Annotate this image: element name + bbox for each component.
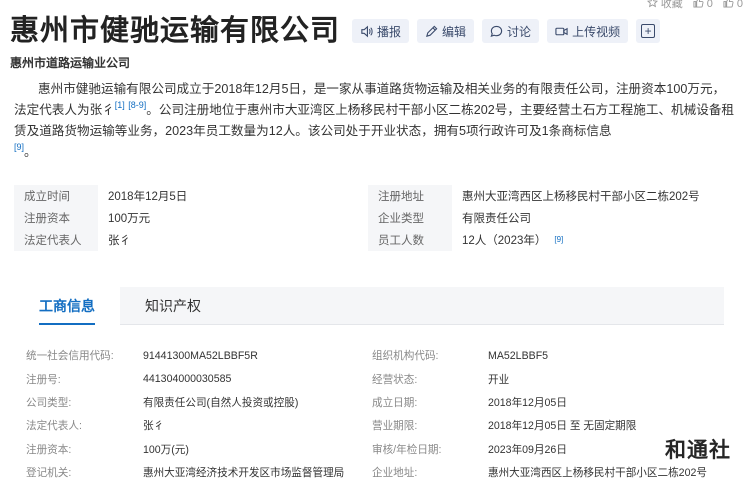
basic-info-value: 2018年12月5日 (108, 190, 188, 203)
page-title: 惠州市健驰运输有限公司 (10, 13, 341, 47)
tab-business-info[interactable]: 工商信息 (14, 287, 120, 325)
upload-video-button[interactable]: 上传视频 (547, 19, 629, 43)
basic-info-value: 有限责任公司 (462, 212, 531, 225)
business-info-value: MA52LBBF5 (488, 349, 549, 362)
share-button[interactable]: 0 (723, 0, 743, 10)
business-info-label: 注册号: (26, 373, 61, 386)
basic-info-value: 12人（2023年） [9] (452, 232, 722, 248)
business-info-label: 法定代表人: (26, 420, 82, 433)
star-icon (646, 0, 658, 8)
edit-button[interactable]: 编辑 (417, 19, 475, 43)
business-info-label: 审核/年检日期: (372, 443, 442, 456)
basic-info-label: 注册资本 (14, 206, 98, 229)
business-info-value: 惠州大亚湾经济技术开发区市场监督管理局 (143, 467, 345, 480)
table-row: 法定代表人 张彳 员工人数 12人（2023年） [9] (14, 228, 724, 251)
favorite-button[interactable]: 收藏 (646, 0, 683, 10)
business-info-value: 2018年12月05日 至 无固定期限 (488, 420, 637, 433)
broadcast-button[interactable]: 播报 (352, 19, 410, 43)
business-info-label: 营业期限: (372, 420, 418, 433)
basic-info-label: 员工人数 (368, 228, 452, 251)
plus-icon: + (641, 24, 656, 38)
like-count: 0 (706, 0, 713, 10)
business-info-label: 公司类型: (26, 396, 72, 409)
business-info-value: 91441300MA52LBBF5R (143, 349, 258, 362)
video-camera-icon (555, 27, 568, 35)
table-row: 统一社会信用代码: 91441300MA52LBBF5R 组织机构代码: MA5… (26, 344, 726, 367)
tab-intellectual-property[interactable]: 知识产权 (120, 287, 226, 325)
chat-bubble-icon (490, 25, 503, 37)
basic-info-label: 注册地址 (368, 184, 452, 207)
business-info-label: 注册资本: (26, 443, 72, 456)
business-info-label: 统一社会信用代码: (26, 350, 114, 363)
like-button[interactable]: 0 (693, 0, 713, 10)
business-info-value: 2018年12月05日 (488, 396, 567, 409)
business-info-label: 经营状态: (372, 373, 418, 386)
favorite-label: 收藏 (660, 0, 683, 10)
summary-text-3: 。 (24, 145, 37, 159)
table-row: 法定代表人: 张彳 营业期限: 2018年12月05日 至 无固定期限 (26, 414, 726, 437)
share-icon (723, 0, 734, 8)
business-info-label: 成立日期: (372, 396, 418, 409)
speaker-icon (361, 25, 373, 37)
table-row: 注册资本: 100万(元) 审核/年检日期: 2023年09月26日 (26, 438, 726, 461)
business-info-value: 惠州大亚湾西区上杨移民村干部小区二栋202号 (488, 467, 707, 480)
basic-info-label: 企业类型 (368, 206, 452, 229)
table-row: 注册资本 100万元 企业类型 有限责任公司 (14, 206, 724, 229)
business-info-value: 开业 (488, 373, 510, 386)
share-count: 0 (736, 0, 743, 10)
business-info-label: 组织机构代码: (372, 350, 439, 363)
thumbs-up-icon (693, 0, 704, 8)
table-row: 成立时间 2018年12月5日 注册地址 惠州大亚湾西区上杨移民村干部小区二栋2… (14, 184, 724, 207)
table-row: 公司类型: 有限责任公司(自然人投资或控股) 成立日期: 2018年12月05日 (26, 391, 726, 414)
summary-paragraph: 惠州市健驰运输有限公司成立于2018年12月5日，是一家从事道路货物运输及相关业… (14, 79, 734, 163)
citation-link[interactable]: [1] (115, 100, 125, 110)
info-tabs: 工商信息 知识产权 (14, 287, 724, 325)
business-info-table: 统一社会信用代码: 91441300MA52LBBF5R 组织机构代码: MA5… (26, 344, 726, 484)
citation-link[interactable]: [9] (14, 142, 24, 152)
discuss-button[interactable]: 讨论 (482, 19, 540, 43)
business-info-value: 100万(元) (143, 443, 189, 456)
business-info-value: 有限责任公司(自然人投资或控股) (143, 396, 299, 409)
business-info-value: 张彳 (143, 420, 165, 433)
business-info-label: 企业地址: (372, 467, 418, 480)
basic-info-value: 100万元 (108, 212, 151, 225)
add-button[interactable]: + (636, 19, 661, 43)
page-subtitle: 惠州市道路运输业公司 (10, 56, 131, 70)
basic-info-label: 法定代表人 (14, 228, 98, 251)
basic-info-label: 成立时间 (14, 184, 98, 207)
employee-count: 12人（2023年） (462, 234, 547, 247)
citation-link[interactable]: [8-9] (128, 100, 146, 110)
pencil-icon (426, 25, 438, 37)
watermark: 和通社 (665, 438, 731, 462)
table-row: 注册号: 441304000030585 经营状态: 开业 (26, 367, 726, 390)
title-row: 惠州市健驰运输有限公司 播报 编辑 讨论 上传视频 + (10, 12, 661, 48)
discuss-label: 讨论 (507, 24, 532, 39)
citation-link[interactable]: [9] (554, 235, 563, 244)
top-action-bar: 收藏 0 0 (646, 0, 749, 12)
business-info-label: 登记机关: (26, 467, 72, 480)
broadcast-label: 播报 (377, 24, 402, 39)
business-info-value: 441304000030585 (143, 373, 232, 386)
basic-info-table: 成立时间 2018年12月5日 注册地址 惠州大亚湾西区上杨移民村干部小区二栋2… (14, 184, 724, 251)
title-actions: 播报 编辑 讨论 上传视频 + (352, 19, 661, 43)
table-row: 登记机关: 惠州大亚湾经济技术开发区市场监督管理局 企业地址: 惠州大亚湾西区上… (26, 461, 726, 484)
edit-label: 编辑 (442, 24, 467, 39)
basic-info-value: 惠州大亚湾西区上杨移民村干部小区二栋202号 (462, 190, 700, 203)
business-info-value: 2023年09月26日 (488, 443, 567, 456)
upload-video-label: 上传视频 (572, 24, 621, 39)
basic-info-value: 张彳 (108, 234, 131, 247)
